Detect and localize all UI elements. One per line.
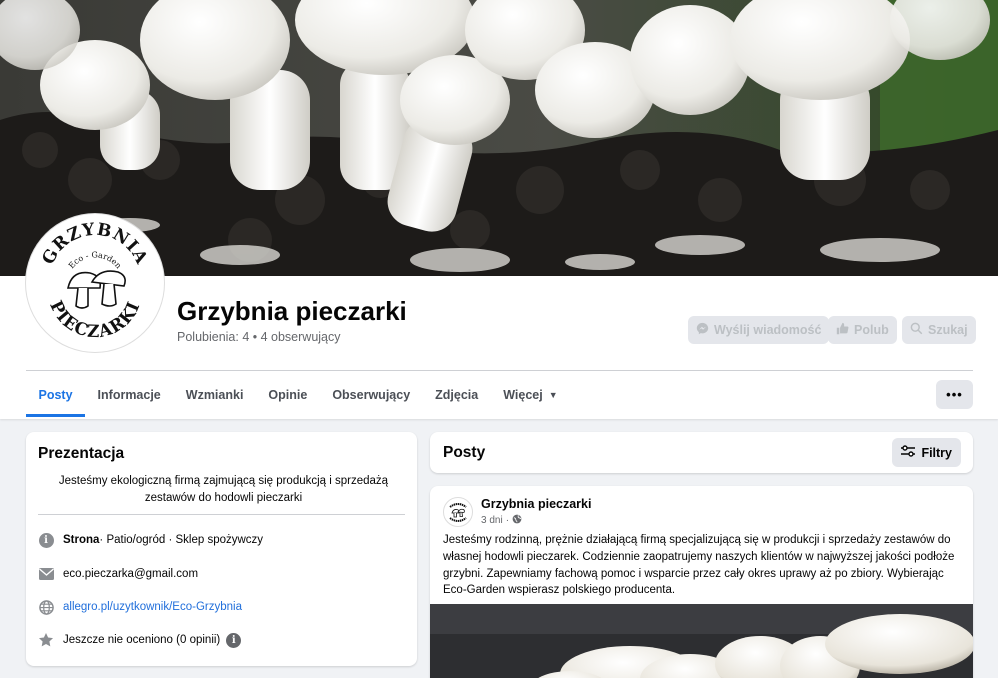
posts-header-card: Posty Filtry (430, 432, 973, 473)
thumbs-up-icon (836, 322, 849, 338)
grzybnia-logo-small (445, 499, 471, 525)
intro-divider (38, 514, 405, 515)
rating-row: Jeszcze nie oceniono (0 opinii) i (38, 632, 242, 648)
email-row[interactable]: eco.pieczarka@gmail.com (38, 566, 198, 582)
tab-label: Zdjęcia (435, 388, 479, 402)
tab-label: Opinie (268, 388, 308, 402)
header-divider (26, 370, 973, 371)
page-stats: Polubienia: 4 • 4 obserwujący (177, 330, 341, 344)
intro-title: Prezentacja (38, 445, 125, 462)
category-row: i Strona · Patio/ogród · Sklep spożywczy (38, 532, 263, 548)
website-row: allegro.pl/uzytkownik/Eco-Grzybnia (38, 599, 242, 615)
intro-card: Prezentacja Jesteśmy ekologiczną firmą z… (26, 432, 417, 666)
rating-text: Jeszcze nie oceniono (0 opinii) (63, 634, 221, 646)
tab-more[interactable]: Więcej ▼ (491, 373, 570, 417)
info-icon: i (38, 532, 54, 548)
search-label: Szukaj (928, 323, 968, 337)
cover-mushrooms-illustration (0, 0, 998, 276)
like-button[interactable]: Polub (828, 316, 897, 344)
page-avatar[interactable]: GRZYBNIA Eco - Garden PIECZARKI (26, 214, 164, 352)
star-icon (38, 632, 54, 648)
rating-info-icon[interactable]: i (226, 632, 242, 648)
globe-icon (38, 599, 54, 615)
page-title: Grzybnia pieczarki (177, 296, 407, 326)
send-message-label: Wyślij wiadomość (714, 323, 822, 337)
search-icon (910, 322, 923, 338)
envelope-icon (38, 566, 54, 582)
post-author-avatar[interactable] (443, 497, 473, 527)
posts-title: Posty (443, 444, 486, 461)
send-message-button[interactable]: Wyślij wiadomość (688, 316, 830, 344)
post-timestamp[interactable]: 3 dni (481, 515, 503, 526)
intro-description: Jesteśmy ekologiczną firmą zajmującą się… (58, 475, 389, 504)
post-author-name[interactable]: Grzybnia pieczarki (481, 497, 591, 511)
category-values: · Patio/ogród · Sklep spożywczy (99, 534, 264, 546)
post-card: Grzybnia pieczarki 3 dni · Jesteśmy rodz… (430, 486, 973, 678)
tab-info[interactable]: Informacje (85, 373, 173, 417)
like-label: Polub (854, 323, 889, 337)
website-link[interactable]: allegro.pl/uzytkownik/Eco-Grzybnia (63, 601, 242, 613)
grzybnia-logo: GRZYBNIA Eco - Garden PIECZARKI (32, 220, 158, 346)
sliders-icon (901, 445, 916, 460)
post-mushrooms-photo (430, 604, 973, 678)
tab-reviews[interactable]: Opinie (256, 373, 320, 417)
filters-button[interactable]: Filtry (892, 438, 961, 467)
tab-label: Obserwujący (332, 388, 411, 402)
caret-down-icon: ▼ (548, 390, 558, 400)
tab-followers[interactable]: Obserwujący (320, 373, 423, 417)
post-meta: 3 dni · (481, 514, 522, 527)
filters-label: Filtry (921, 445, 952, 460)
post-text: Jesteśmy rodzinną, prężnie działającą fi… (443, 534, 955, 597)
tab-posts[interactable]: Posty (26, 373, 86, 417)
tab-label: Wzmianki (185, 388, 244, 402)
dot-separator: · (505, 515, 510, 526)
page-tabs: Posty Informacje Wzmianki Opinie Obserwu… (26, 373, 570, 417)
messenger-icon (696, 322, 709, 338)
tab-label: Posty (38, 388, 73, 402)
tab-photos[interactable]: Zdjęcia (423, 373, 491, 417)
email-text: eco.pieczarka@gmail.com (63, 568, 199, 580)
search-button[interactable]: Szukaj (902, 316, 976, 344)
tab-mentions[interactable]: Wzmianki (173, 373, 256, 417)
more-options-button[interactable]: ••• (936, 380, 973, 409)
category-label: Strona (63, 534, 100, 546)
tab-label: Informacje (97, 388, 161, 402)
globe-icon (512, 514, 522, 527)
post-image[interactable] (430, 604, 973, 678)
cover-photo[interactable] (0, 0, 998, 276)
tab-label: Więcej (503, 388, 543, 402)
